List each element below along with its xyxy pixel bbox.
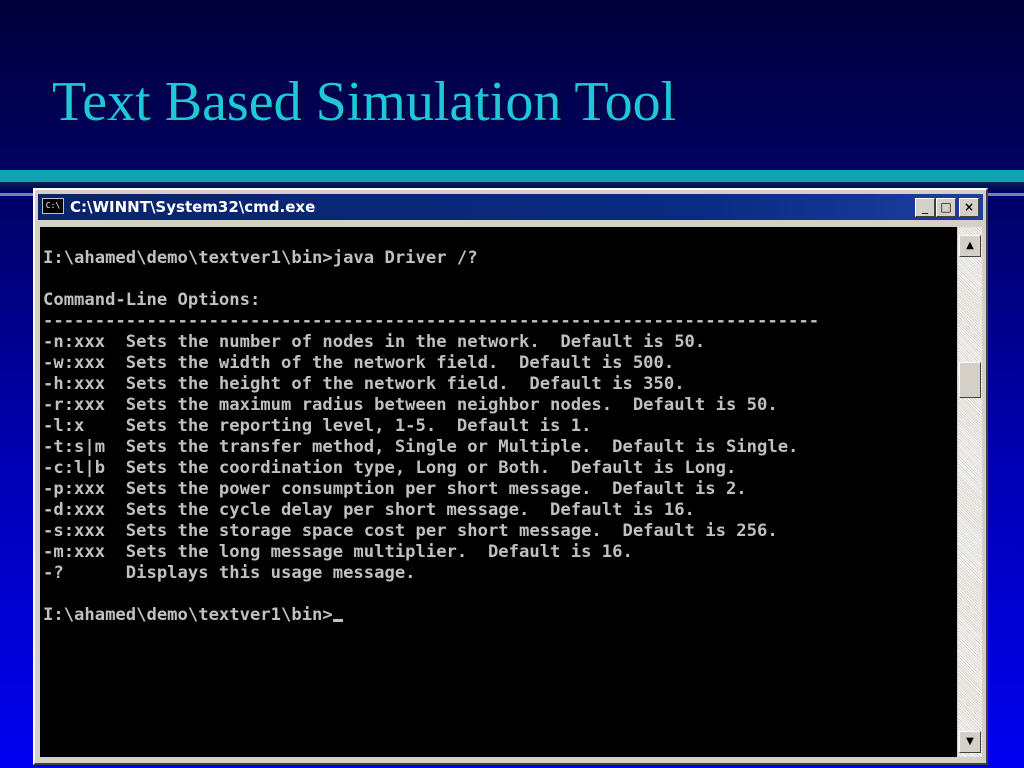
scroll-up-button[interactable]: ▲ <box>959 235 981 257</box>
console-line: -n:xxx Sets the number of nodes in the n… <box>43 332 706 352</box>
console-line: -d:xxx Sets the cycle delay per short me… <box>43 500 695 520</box>
cmd-window[interactable]: C:\ C:\WINNT\System32\cmd.exe _ □ × I:\a… <box>33 188 988 765</box>
window-titlebar[interactable]: C:\ C:\WINNT\System32\cmd.exe _ □ × <box>38 194 983 220</box>
slide-title: Text Based Simulation Tool <box>52 71 677 133</box>
scroll-down-button[interactable]: ▼ <box>959 731 981 753</box>
minimize-button[interactable]: _ <box>915 198 935 217</box>
console-line: -c:l|b Sets the coordination type, Long … <box>43 458 737 478</box>
console-line: -h:xxx Sets the height of the network fi… <box>43 374 685 394</box>
close-button[interactable]: × <box>959 198 979 217</box>
console-line: -s:xxx Sets the storage space cost per s… <box>43 521 778 541</box>
console-line: -w:xxx Sets the width of the network fie… <box>43 353 675 373</box>
text-cursor <box>332 619 343 622</box>
console-line: -l:x Sets the reporting level, 1-5. Defa… <box>43 416 592 436</box>
window-title: C:\WINNT\System32\cmd.exe <box>70 198 316 216</box>
console-line: ----------------------------------------… <box>43 311 820 331</box>
vertical-scrollbar[interactable]: ▲ ▼ <box>958 227 982 757</box>
console-line: I:\ahamed\demo\textver1\bin>java Driver … <box>43 248 478 268</box>
console-prompt-line[interactable]: I:\ahamed\demo\textver1\bin> <box>40 605 957 626</box>
maximize-button[interactable]: □ <box>936 198 956 217</box>
console-line: -t:s|m Sets the transfer method, Single … <box>43 437 799 457</box>
console-line: -p:xxx Sets the power consumption per sh… <box>43 479 747 499</box>
console-line: Command-Line Options: <box>43 290 261 310</box>
console-line: -? Displays this usage message. <box>43 563 416 583</box>
cmd-app-icon[interactable]: C:\ <box>42 198 64 214</box>
console-line: -m:xxx Sets the long message multiplier.… <box>43 542 633 562</box>
console-output[interactable]: I:\ahamed\demo\textver1\bin>java Driver … <box>40 227 957 757</box>
scrollbar-thumb[interactable] <box>959 362 981 398</box>
console-line: -r:xxx Sets the maximum radius between n… <box>43 395 778 415</box>
console-prompt: I:\ahamed\demo\textver1\bin> <box>43 605 333 625</box>
